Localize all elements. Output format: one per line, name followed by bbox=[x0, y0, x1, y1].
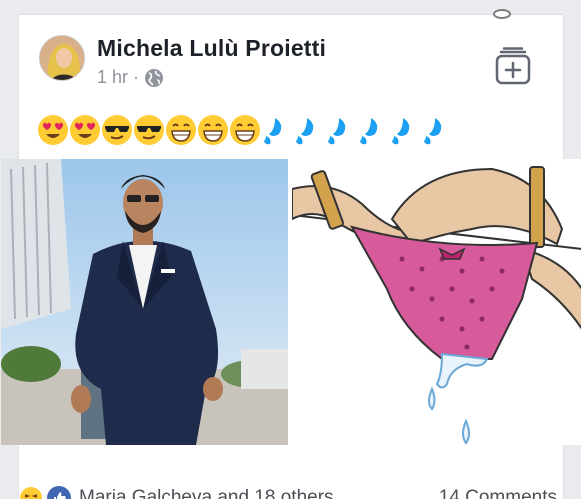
post-meta: 1 hr · bbox=[97, 67, 164, 88]
heart-eyes-icon bbox=[69, 114, 101, 146]
droplets-icon bbox=[261, 114, 293, 146]
post-time[interactable]: 1 hr bbox=[97, 67, 128, 88]
globe-icon bbox=[144, 68, 164, 88]
grin-icon bbox=[165, 114, 197, 146]
illustration-clothesline[interactable] bbox=[292, 159, 581, 445]
grin-icon bbox=[229, 114, 261, 146]
save-to-collection-icon[interactable] bbox=[493, 47, 533, 85]
sunglasses-icon bbox=[133, 114, 165, 146]
heart-eyes-icon bbox=[37, 114, 69, 146]
droplets-icon bbox=[293, 114, 325, 146]
post-media bbox=[1, 159, 581, 445]
droplets-icon bbox=[357, 114, 389, 146]
droplets-icon bbox=[325, 114, 357, 146]
reactions-summary[interactable]: Maria Galcheva and 18 others bbox=[19, 486, 334, 499]
avatar[interactable] bbox=[39, 35, 85, 81]
droplets-icon bbox=[421, 114, 453, 146]
reactions-text[interactable]: Maria Galcheva and 18 others bbox=[79, 487, 334, 499]
comments-count[interactable]: 14 Comments bbox=[439, 487, 557, 499]
meta-separator: · bbox=[133, 67, 140, 87]
post-card: Michela Lulù Proietti 1 hr · Maria Galch… bbox=[1, 9, 581, 499]
photo-man-in-suit[interactable] bbox=[1, 159, 288, 445]
sunglasses-icon bbox=[101, 114, 133, 146]
post-text-emojis bbox=[37, 113, 453, 147]
haha-icon bbox=[19, 486, 43, 499]
droplets-icon bbox=[389, 114, 421, 146]
partial-icon bbox=[493, 9, 511, 19]
author-name[interactable]: Michela Lulù Proietti bbox=[97, 35, 326, 62]
post-footer: Maria Galcheva and 18 others 14 Comments bbox=[19, 481, 565, 499]
grin-icon bbox=[197, 114, 229, 146]
like-icon bbox=[47, 486, 71, 499]
